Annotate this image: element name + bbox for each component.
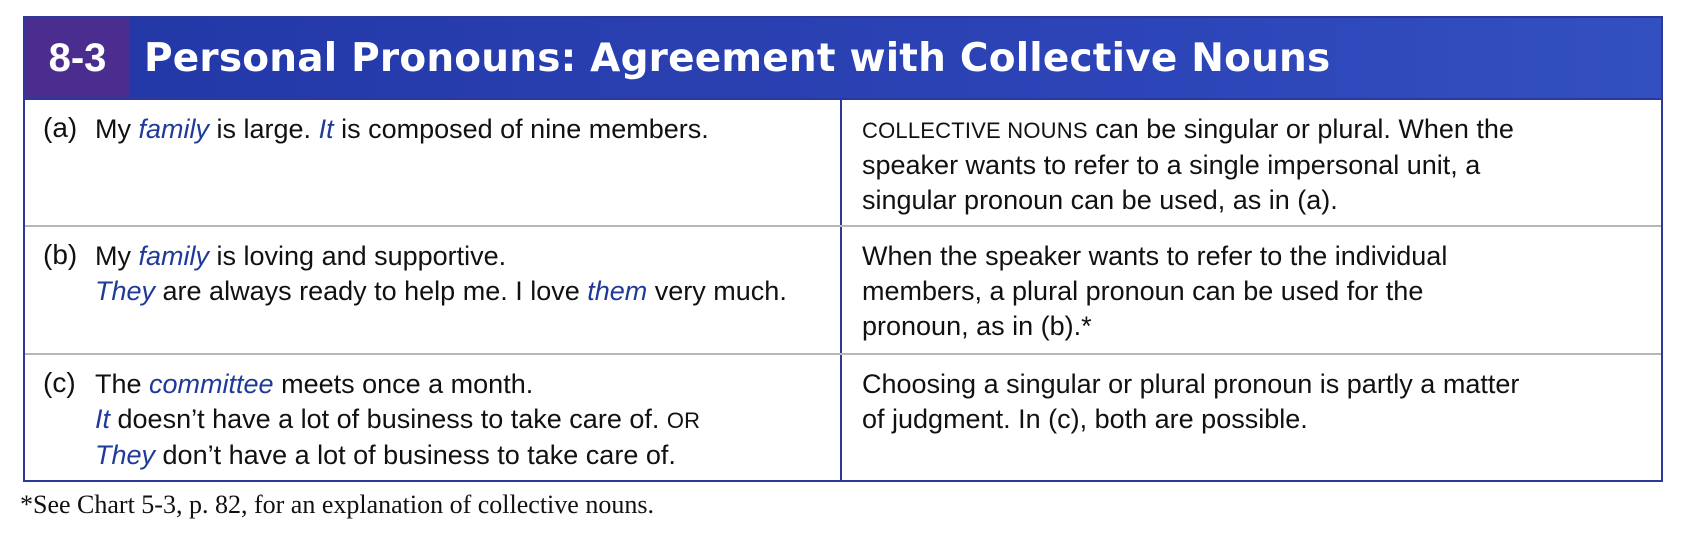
example-cell-b: (b) My family is loving and supportive. … [25,227,842,353]
text: is loving and supportive. [209,241,507,271]
example-c-line-3: They don’t have a lot of business to tak… [95,438,840,473]
example-b-line-1: My family is loving and supportive. [95,239,840,274]
text: The [95,369,150,399]
chart-title: Personal Pronouns: Agreement with Collec… [144,35,1331,81]
text: doesn’t have a lot of business to take c… [110,404,667,434]
example-lines-a: My family is large. It is composed of ni… [95,112,840,225]
example-lines-b: My family is loving and supportive. They… [95,239,840,353]
example-a-line-1: My family is large. It is composed of ni… [95,112,840,147]
note-c-line-2: of judgment. In (c), both are possible. [862,404,1308,434]
example-b-line-2: They are always ready to help me. I love… [95,274,840,309]
text: meets once a month. [273,369,534,399]
grammar-chart: 8-3 Personal Pronouns: Agreement with Co… [23,16,1663,482]
chart-row-c: (c) The committee meets once a month. It… [25,353,1661,480]
note-a-line-2: speaker wants to refer to a single imper… [862,150,1481,180]
text: don’t have a lot of business to take car… [155,440,676,470]
emphasized-word: family [138,114,210,144]
emphasized-word: It [95,404,111,434]
note-b-line-3: pronoun, as in (b).* [862,311,1092,341]
example-label-b: (b) [43,239,78,270]
emphasized-word: It [318,114,334,144]
text: are always ready to help me. I love [155,276,588,306]
text: is large. [209,114,319,144]
footnote: *See Chart 5-3, p. 82, for an explanatio… [20,490,654,519]
chart-rows: (a) My family is large. It is composed o… [25,100,1661,480]
note-a-line-1: COLLECTIVE NOUNS can be singular or plur… [862,112,1661,148]
chart-row-b: (b) My family is loving and supportive. … [25,225,1661,353]
example-c-line-1: The committee meets once a month. [95,367,840,402]
note-b-line-1: When the speaker wants to refer to the i… [862,241,1448,271]
example-label-a: (a) [43,112,78,143]
small-caps-or: OR [666,408,701,433]
example-cell-c: (c) The committee meets once a month. It… [25,355,842,480]
emphasized-word: They [95,440,156,470]
note-c-line-1: Choosing a singular or plural pronoun is… [862,369,1520,399]
text: My [95,114,139,144]
chart-number: 8-3 [25,18,130,98]
note-a-line-3: singular pronoun can be used, as in (a). [862,185,1338,215]
text: can be singular or plural. When the [1087,114,1514,144]
emphasized-word: They [95,276,156,306]
note-cell-b: When the speaker wants to refer to the i… [842,227,1661,353]
note-b-line-2: members, a plural pronoun can be used fo… [862,276,1424,306]
emphasized-word: committee [149,369,274,399]
emphasized-word: family [138,241,210,271]
example-lines-c: The committee meets once a month. It doe… [95,367,840,480]
note-cell-a: COLLECTIVE NOUNS can be singular or plur… [842,100,1661,225]
example-c-line-2: It doesn’t have a lot of business to tak… [95,402,840,438]
small-caps-term: COLLECTIVE NOUNS [862,118,1088,143]
text: is composed of nine members. [333,114,709,144]
example-cell-a: (a) My family is large. It is composed o… [25,100,842,225]
chart-row-a: (a) My family is large. It is composed o… [25,100,1661,225]
note-cell-c: Choosing a singular or plural pronoun is… [842,355,1661,480]
example-label-c: (c) [43,367,76,398]
chart-header: 8-3 Personal Pronouns: Agreement with Co… [25,18,1661,100]
emphasized-word: them [587,276,648,306]
text: very much. [647,276,787,306]
text: My [95,241,139,271]
